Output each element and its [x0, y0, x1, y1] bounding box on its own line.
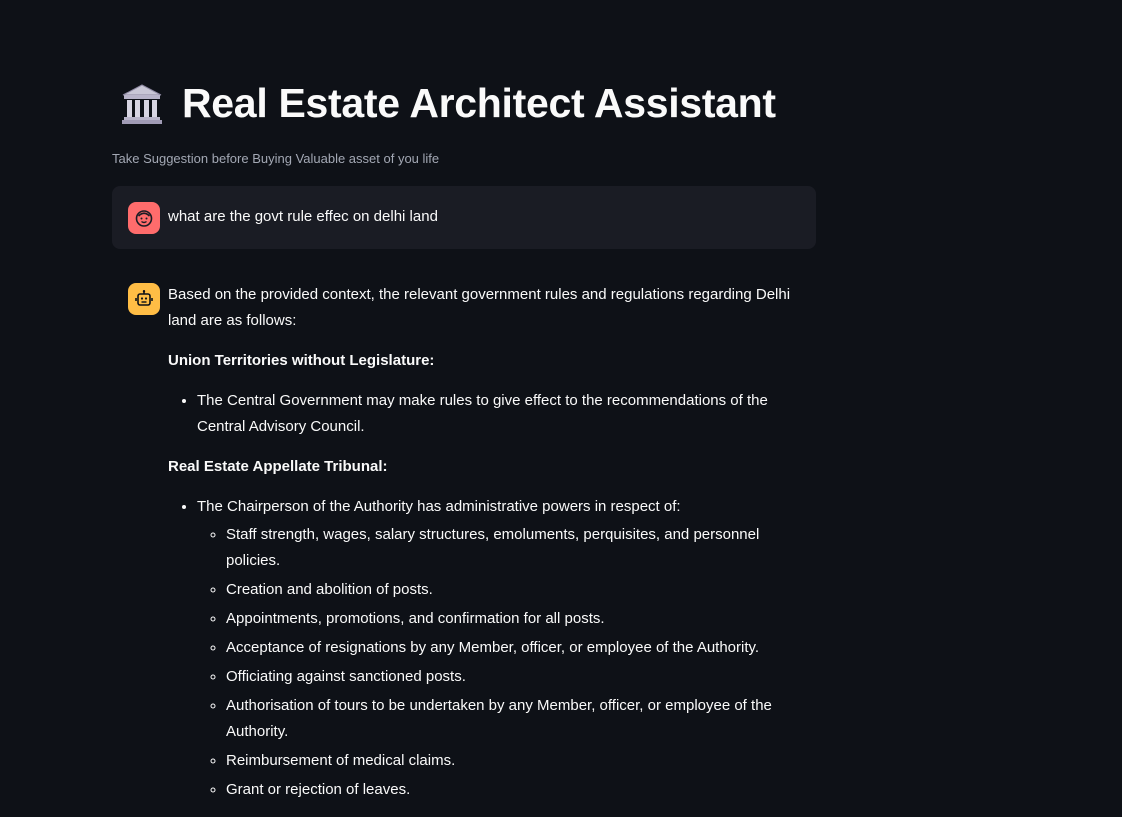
section-heading: Union Territories without Legislature:: [168, 352, 435, 369]
sub-list-item: Authorisation of tours to be undertaken …: [226, 693, 798, 745]
user-chat-message: what are the govt rule effec on delhi la…: [112, 186, 816, 249]
sub-list-item: Creation and abolition of posts.: [226, 577, 798, 603]
classical-building-icon: [122, 83, 162, 124]
assistant-avatar: [128, 283, 160, 315]
page-subtitle: Take Suggestion before Buying Valuable a…: [112, 151, 440, 166]
sub-list-item: Staff strength, wages, salary structures…: [226, 522, 798, 574]
user-avatar: [128, 202, 160, 234]
list-item: The Central Government may make rules to…: [197, 388, 798, 440]
sub-list-item: Reimbursement of medical claims.: [226, 748, 798, 774]
page-title: Real Estate Architect Assistant: [182, 80, 776, 126]
assistant-chat-message: Based on the provided context, the relev…: [168, 282, 798, 817]
section-heading: Real Estate Appellate Tribunal:: [168, 458, 388, 475]
user-message-text: what are the govt rule effec on delhi la…: [168, 208, 438, 225]
assistant-intro: Based on the provided context, the relev…: [168, 286, 791, 329]
section-list: The Chairperson of the Authority has adm…: [168, 494, 798, 803]
section-list: The Central Government may make rules to…: [168, 388, 798, 440]
sub-list-item: Officiating against sanctioned posts.: [226, 664, 798, 690]
user-face-icon: [135, 210, 153, 227]
sub-list-item: Appointments, promotions, and confirmati…: [226, 606, 798, 632]
list-item: The Chairperson of the Authority has adm…: [197, 494, 798, 803]
page-header: Real Estate Architect Assistant: [120, 80, 776, 127]
robot-icon: [135, 290, 153, 306]
list-item-text: The Chairperson of the Authority has adm…: [197, 498, 681, 515]
sub-list: Staff strength, wages, salary structures…: [197, 522, 798, 803]
sub-list-item: Grant or rejection of leaves.: [226, 777, 798, 803]
sub-list-item: Acceptance of resignations by any Member…: [226, 635, 798, 661]
